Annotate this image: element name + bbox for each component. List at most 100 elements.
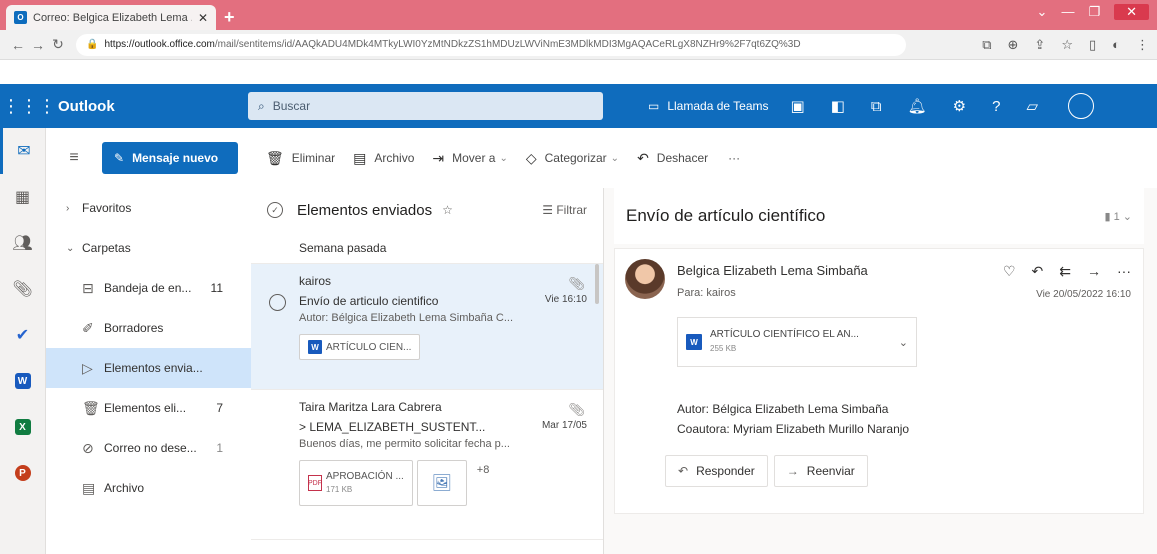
search-input[interactable]: ⌕ Buscar <box>248 92 603 120</box>
powerpoint-app-icon[interactable]: P <box>0 450 45 496</box>
browser-tab[interactable]: O Correo: Belgica Elizabeth Lema ... ✕ <box>6 5 216 30</box>
sidebar-icon[interactable]: ▯ <box>1089 37 1096 53</box>
onenote-icon[interactable]: ◧ <box>831 97 845 115</box>
sender-name[interactable]: Belgica Elizabeth Lema Simbaña <box>677 263 868 278</box>
attachment-chip[interactable]: W ARTÍCULO CIEN... <box>299 334 421 360</box>
folder-junk[interactable]: ⊘ Correo no dese... 1 <box>46 428 251 468</box>
feedback-icon[interactable]: ▱ <box>1026 97 1038 115</box>
forward-button[interactable]: → Reenviar <box>773 455 868 487</box>
url-host: https://outlook.office.com <box>104 39 215 50</box>
hamburger-menu-icon[interactable]: ≡ <box>46 149 102 167</box>
filter-icon: ☰ <box>542 203 557 217</box>
recipient-name[interactable]: kairos <box>706 287 735 299</box>
excel-app-icon[interactable]: X <box>0 404 45 450</box>
folder-inbox[interactable]: ⊟ Bandeja de en... 11 <box>46 268 251 308</box>
message-body: Autor: Bélgica Elizabeth Lema Simbaña Co… <box>677 399 909 439</box>
new-message-button[interactable]: ✎ Mensaje nuevo <box>102 142 238 174</box>
notifications-bell-icon[interactable]: 🔔︎ <box>908 97 927 115</box>
message-item[interactable]: 📎︎ kairos Envío de articulo cientifico V… <box>251 264 603 390</box>
recipient-line: Para: kairos <box>677 287 736 299</box>
like-icon[interactable]: ♡ <box>1003 263 1016 280</box>
delete-button[interactable]: 🗑︎ Eliminar <box>266 150 335 167</box>
filter-label: Filtrar <box>556 203 587 217</box>
reload-button[interactable]: ↻ <box>48 36 68 53</box>
trash-icon: 🗑︎ <box>266 149 284 166</box>
reply-icon[interactable]: ↶ <box>1032 263 1044 280</box>
junk-icon: ⊘ <box>82 439 94 456</box>
to-label: Para: <box>677 287 704 299</box>
folder-label: Elementos envia... <box>104 361 203 375</box>
user-avatar[interactable] <box>1068 93 1095 119</box>
search-icon: ⌕ <box>258 98 265 113</box>
favorites-section[interactable]: › Favoritos <box>46 188 251 228</box>
favorite-star-icon[interactable]: ☆ <box>442 203 453 217</box>
filter-button[interactable]: ☰ Filtrar <box>542 203 587 217</box>
message-card: Belgica Elizabeth Lema Simbaña Para: kai… <box>614 248 1144 514</box>
new-tab-button[interactable]: + <box>224 7 235 28</box>
calendar-app-icon[interactable]: ▦ <box>0 174 45 220</box>
attachment-name: ARTÍCULO CIEN... <box>326 341 412 353</box>
attachment-icon: 📎︎ <box>568 402 585 417</box>
move-to-button[interactable]: ⇥ Mover a ⌄ <box>432 150 507 167</box>
folder-deleted-items[interactable]: 🗑︎ Elementos eli... 7 <box>46 388 251 428</box>
reply-all-icon[interactable]: ⇇ <box>1059 263 1071 280</box>
install-app-icon[interactable]: ⧉ <box>982 37 991 53</box>
message-select-radio[interactable] <box>269 294 286 311</box>
chevron-down-icon: ⌄ <box>66 242 75 254</box>
close-tab-icon[interactable]: ✕ <box>198 11 208 25</box>
message-subject: Envío de articulo cientifico <box>299 294 439 308</box>
share-icon[interactable]: ⇪ <box>1034 37 1045 53</box>
meet-now-icon[interactable]: ▣ <box>791 97 805 115</box>
people-app-icon[interactable]: 👥︎ <box>0 220 45 266</box>
attachment-icon: 📎︎ <box>568 276 585 291</box>
thread-count[interactable]: ▮ 1 ⌄ <box>1104 210 1132 223</box>
message-item[interactable]: 📎︎ Taira Maritza Lara Cabrera > LEMA_ELI… <box>251 390 603 540</box>
image-attachment-chip[interactable]: 🖼︎ <box>416 460 467 506</box>
mail-app-icon[interactable]: ✉ <box>0 128 45 174</box>
search-placeholder: Buscar <box>272 99 311 113</box>
more-actions-button[interactable]: ··· <box>728 151 740 165</box>
settings-gear-icon[interactable]: ⚙ <box>953 97 966 115</box>
todo-app-icon[interactable]: ✔ <box>0 312 45 358</box>
my-day-icon[interactable]: ⧉ <box>871 98 882 115</box>
folder-drafts[interactable]: ✐ Borradores <box>46 308 251 348</box>
attachment-card[interactable]: W ARTÍCULO CIENTÍFICO EL AN... 255 KB ⌄ <box>677 317 917 367</box>
folders-section[interactable]: ⌄ Carpetas <box>46 228 251 268</box>
more-options-icon[interactable]: ··· <box>1117 263 1131 280</box>
sender-avatar[interactable] <box>625 259 665 299</box>
forward-button[interactable]: → <box>28 37 48 53</box>
message-preview: Autor: Bélgica Elizabeth Lema Simbaña C.… <box>299 312 514 324</box>
reply-button[interactable]: ↶ Responder <box>665 455 768 487</box>
app-launcher-icon[interactable]: ⋮⋮⋮ <box>0 96 58 117</box>
maximize-button[interactable]: ❐ <box>1088 4 1100 20</box>
scrollbar-thumb[interactable] <box>595 264 599 304</box>
outlook-brand[interactable]: Outlook <box>58 98 248 115</box>
categorize-button[interactable]: ◇ Categorizar ⌄ <box>526 150 619 167</box>
forward-icon[interactable]: → <box>1087 263 1101 280</box>
attachment-size: 171 KB <box>326 485 353 494</box>
chevron-down-icon[interactable]: ⌄ <box>899 336 908 349</box>
select-all-checkbox[interactable]: ✓ <box>267 202 283 218</box>
new-message-label: Mensaje nuevo <box>132 151 219 165</box>
menu-kebab-icon[interactable]: ⋮ <box>1136 37 1149 53</box>
attachments-app-icon[interactable]: 📎︎ <box>0 266 45 312</box>
bookmark-star-icon[interactable]: ☆ <box>1061 37 1073 53</box>
profile-icon[interactable]: ◐ <box>1112 37 1120 53</box>
word-file-icon: W <box>308 340 322 354</box>
minimize-button[interactable]: — <box>1061 4 1074 20</box>
word-app-icon[interactable]: W <box>0 358 45 404</box>
close-window-button[interactable]: ✕ <box>1114 4 1149 20</box>
chevron-down-icon[interactable]: ⌄ <box>1037 4 1048 20</box>
back-button[interactable]: ← <box>8 37 28 53</box>
teams-call-button[interactable]: ▭ Llamada de Teams <box>648 99 769 113</box>
folder-sent-items[interactable]: ▷ Elementos envia... <box>46 348 251 388</box>
zoom-icon[interactable]: ⊕ <box>1008 37 1019 53</box>
send-icon: ▷ <box>82 359 93 376</box>
archive-button[interactable]: ▤ Archivo <box>353 150 414 167</box>
help-icon[interactable]: ? <box>992 98 1000 115</box>
message-list-header: ✓ Elementos enviados ☆ ☰ Filtrar <box>251 188 603 232</box>
attachment-chip[interactable]: PDF APROBACIÓN ... 171 KB <box>299 460 413 506</box>
folder-archive[interactable]: ▤ Archivo <box>46 468 251 508</box>
url-field[interactable]: 🔒 https://outlook.office.com /mail/senti… <box>76 33 906 56</box>
undo-button[interactable]: ↶ Deshacer <box>637 150 708 167</box>
